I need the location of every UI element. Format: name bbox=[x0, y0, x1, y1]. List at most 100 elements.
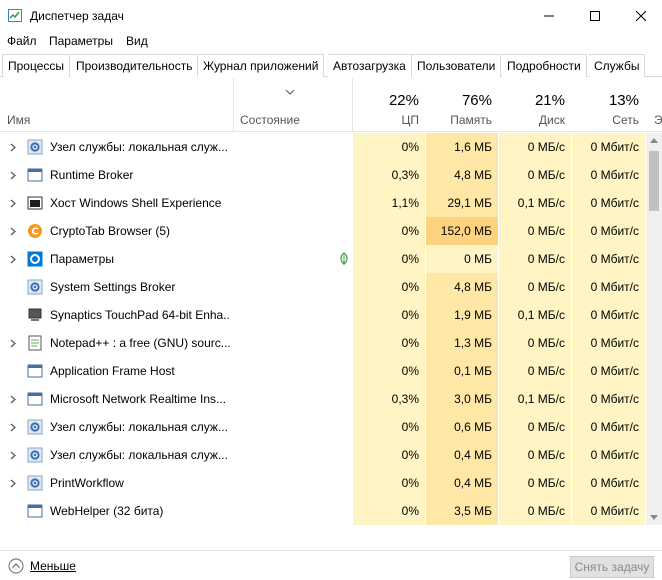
memory-value: 3,5 МБ bbox=[426, 497, 499, 525]
gear-icon bbox=[26, 469, 44, 497]
process-name: CryptoTab Browser (5) bbox=[50, 224, 171, 238]
memory-value: 0 МБ bbox=[426, 245, 499, 273]
process-row[interactable]: System Settings Broker 0% 4,8 МБ 0 МБ/с 0 Мб… bbox=[0, 273, 646, 301]
cpu-value: 0% bbox=[353, 301, 426, 329]
cpu-value: 0% bbox=[353, 357, 426, 385]
tab-app-history[interactable]: Журнал приложений bbox=[198, 54, 325, 77]
disk-value: 0 МБ/с bbox=[499, 133, 572, 161]
cryptotab-icon: C bbox=[26, 217, 44, 245]
window-icon bbox=[26, 385, 44, 413]
column-cpu-label: ЦП bbox=[401, 113, 419, 127]
disk-value: 0,1 МБ/с bbox=[499, 189, 572, 217]
network-value: 0 Мбит/с bbox=[572, 273, 646, 301]
cpu-value: 0% bbox=[353, 469, 426, 497]
window-icon bbox=[26, 357, 44, 385]
minimize-button[interactable] bbox=[526, 0, 572, 31]
process-row[interactable]: Notepad++ : a free (GNU) sourc... 0% 1,3 М… bbox=[0, 329, 646, 357]
scroll-up-icon[interactable] bbox=[650, 137, 658, 143]
tab-details[interactable]: Подробности bbox=[502, 54, 587, 77]
process-row[interactable]: Параметры 0% 0 МБ 0 МБ/с 0 Мбит/с bbox=[0, 245, 646, 273]
disk-value: 0 МБ/с bbox=[499, 441, 572, 469]
process-name: Microsoft Network Realtime Ins... bbox=[50, 392, 227, 406]
tab-strip: Процессы Производительность Журнал прило… bbox=[0, 54, 662, 78]
end-task-button[interactable]: Снять задачу bbox=[570, 556, 654, 578]
disk-value: 0 МБ/с bbox=[499, 161, 572, 189]
process-row[interactable]: Хост Windows Shell Experience 1,1% 29,1 МБ… bbox=[0, 189, 646, 217]
network-value: 0 Мбит/с bbox=[572, 301, 646, 329]
tab-users[interactable]: Пользователи bbox=[412, 54, 502, 77]
menu-view[interactable]: Вид bbox=[126, 34, 148, 48]
expand-chevron-icon[interactable] bbox=[8, 189, 18, 217]
expand-chevron-icon[interactable] bbox=[8, 441, 18, 469]
column-memory[interactable]: 76% Память bbox=[426, 78, 499, 132]
memory-value: 4,8 МБ bbox=[426, 273, 499, 301]
network-value: 0 Мбит/с bbox=[572, 357, 646, 385]
menu-file[interactable]: Файл bbox=[7, 34, 37, 48]
tab-performance[interactable]: Производительность bbox=[71, 54, 199, 77]
scrollbar-thumb[interactable] bbox=[649, 151, 659, 211]
column-disk-label: Диск bbox=[538, 113, 565, 127]
tab-services[interactable]: Службы bbox=[589, 54, 646, 77]
memory-value: 29,1 МБ bbox=[426, 189, 499, 217]
process-row[interactable]: Runtime Broker 0,3% 4,8 МБ 0 МБ/с 0 Мбит/с bbox=[0, 161, 646, 189]
process-name: Хост Windows Shell Experience bbox=[50, 196, 222, 210]
maximize-button[interactable] bbox=[572, 0, 618, 31]
expand-chevron-icon[interactable] bbox=[8, 217, 18, 245]
process-row[interactable]: Узел службы: локальная служ... 0% 0,6 МБ 0 … bbox=[0, 413, 646, 441]
disk-value: 0 МБ/с bbox=[499, 217, 572, 245]
menu-bar: Файл Параметры Вид bbox=[0, 31, 662, 53]
menu-options[interactable]: Параметры bbox=[49, 34, 113, 48]
memory-value: 1,3 МБ bbox=[426, 329, 499, 357]
expand-chevron-icon[interactable] bbox=[8, 413, 18, 441]
maximize-icon bbox=[590, 10, 600, 21]
memory-value: 152,0 МБ bbox=[426, 217, 499, 245]
cpu-value: 0,3% bbox=[353, 161, 426, 189]
process-row[interactable]: C CryptoTab Browser (5) 0% 152,0 МБ 0 МБ/с 0 … bbox=[0, 217, 646, 245]
process-row[interactable]: WebHelper (32 бита) 0% 3,5 МБ 0 МБ/с 0 Мбит/… bbox=[0, 497, 646, 525]
column-network[interactable]: 13% Сеть bbox=[572, 78, 646, 132]
expand-chevron-icon[interactable] bbox=[8, 385, 18, 413]
process-name: Узел службы: локальная служ... bbox=[50, 420, 228, 434]
disk-value: 0 МБ/с bbox=[499, 413, 572, 441]
tab-processes[interactable]: Процессы bbox=[2, 54, 71, 78]
network-total: 13% bbox=[608, 92, 639, 109]
cpu-value: 0% bbox=[353, 329, 426, 357]
expand-chevron-icon[interactable] bbox=[8, 245, 18, 273]
scroll-down-icon[interactable] bbox=[650, 515, 658, 521]
column-memory-label: Память bbox=[450, 113, 492, 127]
close-button[interactable] bbox=[618, 0, 662, 31]
disk-total: 21% bbox=[534, 92, 565, 109]
shell-icon bbox=[26, 189, 44, 217]
process-list: Узел службы: локальная служ... 0% 1,6 МБ 0 … bbox=[0, 133, 646, 525]
column-disk[interactable]: 21% Диск bbox=[499, 78, 572, 132]
column-power[interactable]: Э bbox=[646, 78, 662, 132]
network-value: 0 Мбит/с bbox=[572, 329, 646, 357]
memory-value: 1,6 МБ bbox=[426, 133, 499, 161]
column-name[interactable]: Имя bbox=[0, 78, 234, 132]
process-row[interactable]: PrintWorkflow 0% 0,4 МБ 0 МБ/с 0 Мбит/с bbox=[0, 469, 646, 497]
expand-chevron-icon[interactable] bbox=[8, 161, 18, 189]
fewer-details-button[interactable]: Меньше bbox=[8, 558, 76, 574]
network-value: 0 Мбит/с bbox=[572, 133, 646, 161]
process-row[interactable]: Узел службы: локальная служ... 0% 0,4 МБ 0 … bbox=[0, 441, 646, 469]
disk-value: 0 МБ/с bbox=[499, 469, 572, 497]
cpu-value: 0% bbox=[353, 441, 426, 469]
column-name-label: Имя bbox=[7, 113, 31, 127]
expand-chevron-icon[interactable] bbox=[8, 469, 18, 497]
process-row[interactable]: Microsoft Network Realtime Ins... 0,3% 3,0… bbox=[0, 385, 646, 413]
memory-value: 0,4 МБ bbox=[426, 441, 499, 469]
memory-total: 76% bbox=[461, 92, 492, 109]
suspended-leaf-icon bbox=[337, 245, 351, 273]
process-row[interactable]: Synaptics TouchPad 64-bit Enha... 0% 1,9 М… bbox=[0, 301, 646, 329]
footer: Меньше Снять задачу bbox=[0, 550, 662, 580]
process-row[interactable]: Application Frame Host 0% 0,1 МБ 0 МБ/с 0 Мб… bbox=[0, 357, 646, 385]
column-cpu[interactable]: 22% ЦП bbox=[353, 78, 426, 132]
expand-chevron-icon[interactable] bbox=[8, 133, 18, 161]
memory-value: 0,1 МБ bbox=[426, 357, 499, 385]
vertical-scrollbar[interactable] bbox=[646, 133, 662, 525]
process-row[interactable]: Узел службы: локальная служ... 0% 1,6 МБ 0 … bbox=[0, 133, 646, 161]
column-status[interactable]: Состояние bbox=[234, 78, 353, 132]
notepad-icon bbox=[26, 329, 44, 357]
tab-startup[interactable]: Автозагрузка bbox=[328, 54, 412, 77]
expand-chevron-icon[interactable] bbox=[8, 329, 18, 357]
